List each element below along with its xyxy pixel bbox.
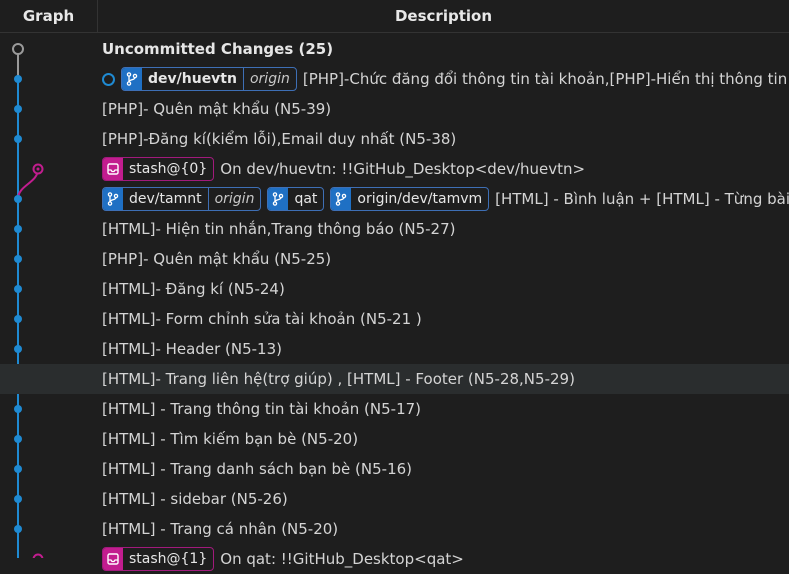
- commit-row[interactable]: stash@{0} On dev/huevtn: !!GitHub_Desktop…: [0, 154, 789, 184]
- git-branch-icon: [268, 188, 289, 210]
- branch-ref-badge[interactable]: qat: [267, 187, 325, 211]
- git-branch-icon: [122, 68, 142, 90]
- commit-row[interactable]: [HTML] - Trang danh sách bạn bè (N5-16): [0, 454, 789, 484]
- commit-row-content: Uncommitted Changes (25): [102, 34, 789, 64]
- git-branch-icon: [331, 188, 352, 210]
- commit-message: [HTML]- Trang liên hệ(trợ giúp) , [HTML]…: [102, 370, 575, 388]
- branch-name: origin/dev/tamvm: [357, 191, 483, 207]
- commit-row-content: [PHP]- Quên mật khẩu (N5-25): [102, 244, 789, 274]
- commit-row[interactable]: dev/huevtn origin [PHP]-Chức đăng đổi thôn…: [0, 64, 789, 94]
- commit-message: [HTML] - Bình luận + [HTML] - Từng bài v…: [495, 190, 789, 208]
- commit-row[interactable]: [PHP]- Quên mật khẩu (N5-25): [0, 244, 789, 274]
- branch-name: dev/tamnt: [123, 188, 209, 210]
- commit-message: [PHP]-Đăng kí(kiểm lỗi),Email duy nhất (…: [102, 130, 457, 148]
- commit-row[interactable]: [HTML]- Đăng kí (N5-24): [0, 274, 789, 304]
- commit-message: [HTML]- Form chỉnh sửa tài khoản (N5-21 …: [102, 310, 422, 328]
- commit-row-content: stash@{0} On dev/huevtn: !!GitHub_Desktop…: [102, 154, 789, 184]
- stash-badge[interactable]: stash@{1}: [102, 547, 215, 571]
- commit-row-content: [HTML] - Trang danh sách bạn bè (N5-16): [102, 454, 789, 484]
- branch-ref-badge[interactable]: origin/dev/tamvm: [330, 187, 490, 211]
- commit-row-content: [HTML] - sidebar (N5-26): [102, 484, 789, 514]
- commit-message: Uncommitted Changes (25): [102, 40, 334, 58]
- commit-message: [PHP]- Quên mật khẩu (N5-39): [102, 100, 332, 118]
- commit-message: [HTML] - sidebar (N5-26): [102, 490, 288, 508]
- commit-message: [PHP]-Chức đăng đổi thông tin tài khoản,…: [302, 70, 789, 88]
- commit-message: [HTML] - Trang cá nhân (N5-20): [102, 520, 339, 538]
- commit-message: [PHP]- Quên mật khẩu (N5-25): [102, 250, 332, 268]
- commit-message: [HTML]- Đăng kí (N5-24): [102, 280, 285, 298]
- commit-row[interactable]: stash@{1} On qat: !!GitHub_Desktop<qat>: [0, 544, 789, 574]
- stash-icon: [103, 158, 123, 180]
- commit-row[interactable]: [HTML]- Trang liên hệ(trợ giúp) , [HTML]…: [0, 364, 789, 394]
- commit-message: [HTML] - Tìm kiếm bạn bè (N5-20): [102, 430, 359, 448]
- commit-message: [HTML] - Trang thông tin tài khoản (N5-1…: [102, 400, 422, 418]
- branch-name: dev/huevtn: [142, 68, 244, 90]
- commit-row-content: dev/huevtn origin [PHP]-Chức đăng đổi thôn…: [102, 64, 789, 94]
- commit-row[interactable]: [HTML]- Hiện tin nhắn,Trang thông báo (N…: [0, 214, 789, 244]
- commit-message: On dev/huevtn: !!GitHub_Desktop<dev/huev…: [220, 160, 586, 178]
- commit-row[interactable]: [HTML] - sidebar (N5-26): [0, 484, 789, 514]
- branch-ref-badge[interactable]: dev/tamnt origin: [102, 187, 262, 211]
- commit-row[interactable]: [HTML] - Tìm kiếm bạn bè (N5-20): [0, 424, 789, 454]
- commit-row-content: [HTML]- Header (N5-13): [102, 334, 789, 364]
- branch-name: qat: [294, 191, 318, 207]
- commit-row-content: [HTML] - Tìm kiếm bạn bè (N5-20): [102, 424, 789, 454]
- commit-row-content: [HTML]- Đăng kí (N5-24): [102, 274, 789, 304]
- commit-message: [HTML]- Hiện tin nhắn,Trang thông báo (N…: [102, 220, 456, 238]
- commit-row[interactable]: dev/tamnt origin qat origin/dev/tamvm [HTML]…: [0, 184, 789, 214]
- commit-row[interactable]: [PHP]-Đăng kí(kiểm lỗi),Email duy nhất (…: [0, 124, 789, 154]
- commit-row-content: [HTML]- Hiện tin nhắn,Trang thông báo (N…: [102, 214, 789, 244]
- commit-row-content: [HTML] - Trang cá nhân (N5-20): [102, 514, 789, 544]
- description-column-header[interactable]: Description: [98, 0, 789, 32]
- commit-row-content: [HTML]- Trang liên hệ(trợ giúp) , [HTML]…: [102, 364, 789, 394]
- commit-row[interactable]: [HTML] - Trang thông tin tài khoản (N5-1…: [0, 394, 789, 424]
- head-indicator-icon: [102, 72, 115, 86]
- graph-header: Graph Description: [0, 0, 789, 33]
- graph-column-header[interactable]: Graph: [0, 0, 98, 32]
- commit-row[interactable]: [HTML]- Header (N5-13): [0, 334, 789, 364]
- stash-badge[interactable]: stash@{0}: [102, 157, 215, 181]
- stash-name: stash@{1}: [129, 551, 208, 567]
- commit-message: [HTML] - Trang danh sách bạn bè (N5-16): [102, 460, 413, 478]
- branch-ref-badge[interactable]: dev/huevtn origin: [121, 67, 297, 91]
- commit-row-content: [PHP]- Quên mật khẩu (N5-39): [102, 94, 789, 124]
- commit-row[interactable]: [PHP]- Quên mật khẩu (N5-39): [0, 94, 789, 124]
- stash-icon: [103, 548, 123, 570]
- commit-message: [HTML]- Header (N5-13): [102, 340, 282, 358]
- commit-row-content: [HTML] - Trang thông tin tài khoản (N5-1…: [102, 394, 789, 424]
- stash-name: stash@{0}: [129, 161, 208, 177]
- commit-message: On qat: !!GitHub_Desktop<qat>: [220, 550, 464, 568]
- commit-row-content: dev/tamnt origin qat origin/dev/tamvm [HTML]…: [102, 184, 789, 214]
- remote-name: origin: [249, 71, 290, 87]
- commit-row[interactable]: [HTML] - Trang cá nhân (N5-20): [0, 514, 789, 544]
- git-branch-icon: [103, 188, 123, 210]
- remote-name: origin: [214, 191, 255, 207]
- commit-row-content: stash@{1} On qat: !!GitHub_Desktop<qat>: [102, 544, 789, 574]
- commit-row[interactable]: Uncommitted Changes (25): [0, 34, 789, 64]
- commit-row[interactable]: [HTML]- Form chỉnh sửa tài khoản (N5-21 …: [0, 304, 789, 334]
- commit-row-content: [PHP]-Đăng kí(kiểm lỗi),Email duy nhất (…: [102, 124, 789, 154]
- commit-row-content: [HTML]- Form chỉnh sửa tài khoản (N5-21 …: [102, 304, 789, 334]
